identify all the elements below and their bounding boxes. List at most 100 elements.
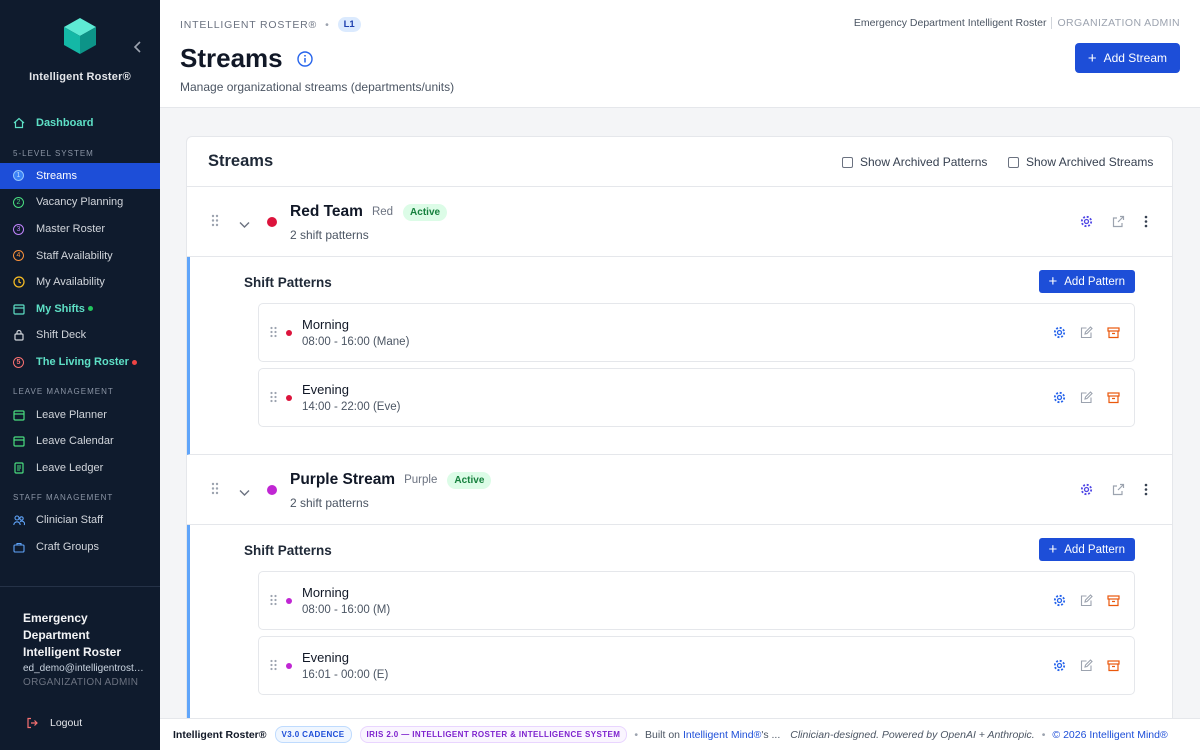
sidebar-item-label: The Living Roster	[36, 356, 129, 369]
sidebar-item-leave-ledger[interactable]: Leave Ledger	[0, 455, 160, 482]
streams-card: Streams Show Archived Patterns Show Arch…	[186, 136, 1173, 726]
add-pattern-label: Add Pattern	[1064, 275, 1125, 288]
user-role: ORGANIZATION ADMIN	[23, 677, 139, 688]
drag-handle-icon[interactable]	[270, 659, 277, 674]
settings-gear-icon[interactable]	[1053, 659, 1066, 672]
footer-brand: Intelligent Roster®	[173, 728, 267, 741]
shift-pattern-item[interactable]: Morning 08:00 - 16:00 (Mane)	[258, 303, 1135, 362]
sidebar-item-master-roster[interactable]: 3 Master Roster	[0, 216, 160, 243]
info-icon[interactable]	[296, 50, 313, 67]
checkbox-label: Show Archived Streams	[1026, 155, 1154, 169]
shift-pattern-item[interactable]: Evening 14:00 - 22:00 (Eve)	[258, 368, 1135, 427]
settings-gear-icon[interactable]	[1080, 483, 1093, 496]
sidebar-nav: Dashboard 5-LEVEL SYSTEM 1 Streams 2 Vac…	[0, 110, 160, 560]
open-external-icon[interactable]	[1112, 215, 1125, 228]
org-name: Emergency Department Intelligent Roster	[853, 17, 1047, 29]
edit-icon[interactable]	[1080, 326, 1093, 339]
sidebar-item-my-availability[interactable]: My Availability	[0, 269, 160, 296]
show-archived-streams-checkbox[interactable]: Show Archived Streams	[1008, 155, 1153, 169]
sidebar-item-craft-groups[interactable]: Craft Groups	[0, 534, 160, 561]
pattern-count: 2 shift patterns	[290, 496, 369, 510]
open-external-icon[interactable]	[1112, 483, 1125, 496]
sidebar-item-my-shifts[interactable]: My Shifts	[0, 296, 160, 323]
collapse-sidebar-icon[interactable]	[133, 40, 142, 56]
sidebar-item-label: Dashboard	[36, 117, 94, 130]
shift-pattern-item[interactable]: Morning 08:00 - 16:00 (M)	[258, 571, 1135, 630]
sidebar-item-leave-calendar[interactable]: Leave Calendar	[0, 428, 160, 455]
chevron-down-icon[interactable]	[239, 216, 250, 234]
archive-icon[interactable]	[1107, 326, 1120, 339]
breadcrumb-root[interactable]: INTELLIGENT ROSTER®	[180, 19, 317, 31]
sidebar-item-streams[interactable]: 1 Streams	[0, 162, 160, 190]
drag-handle-icon[interactable]	[270, 391, 277, 406]
shift-patterns-panel: Shift Patterns + Add Pattern Morning 08:…	[187, 257, 1172, 455]
pattern-time: 08:00 - 16:00 (Mane)	[302, 336, 410, 348]
brand-name: Intelligent Roster®	[29, 71, 131, 83]
sidebar-item-dashboard[interactable]: Dashboard	[0, 110, 160, 137]
drag-handle-icon[interactable]	[211, 482, 219, 498]
status-dot	[87, 306, 93, 312]
sidebar-item-clinician-staff[interactable]: Clinician Staff	[0, 507, 160, 534]
sidebar-item-shift-deck[interactable]: Shift Deck	[0, 322, 160, 349]
settings-gear-icon[interactable]	[1053, 326, 1066, 339]
sidebar-item-living-roster[interactable]: 5 The Living Roster	[0, 349, 160, 376]
level-3-badge: 3	[13, 223, 24, 235]
settings-gear-icon[interactable]	[1053, 594, 1066, 607]
footer-copyright[interactable]: © 2026 Intelligent Mind®	[1052, 729, 1167, 741]
add-pattern-button[interactable]: + Add Pattern	[1038, 538, 1135, 561]
pattern-name: Evening	[302, 650, 349, 665]
plus-icon: +	[1087, 49, 1097, 67]
settings-gear-icon[interactable]	[1053, 391, 1066, 404]
checkbox-box[interactable]	[842, 156, 853, 168]
pattern-count: 2 shift patterns	[290, 228, 369, 242]
user-org: Emergency Department Intelligent Roster	[23, 611, 122, 659]
add-pattern-button[interactable]: + Add Pattern	[1038, 270, 1135, 293]
pattern-actions	[1039, 326, 1120, 339]
plus-icon: +	[1048, 273, 1058, 290]
sidebar-divider	[0, 586, 160, 587]
footer-built-link[interactable]: Intelligent Mind®	[683, 729, 761, 741]
sidebar-item-staff-availability[interactable]: 4 Staff Availability	[0, 242, 160, 269]
drag-handle-icon[interactable]	[270, 594, 277, 609]
pattern-color-dot	[286, 663, 292, 669]
chevron-down-icon[interactable]	[239, 484, 250, 502]
archive-icon[interactable]	[1107, 594, 1120, 607]
settings-gear-icon[interactable]	[1080, 215, 1093, 228]
more-options-icon[interactable]	[1144, 483, 1148, 496]
shift-patterns-panel: Shift Patterns + Add Pattern Morning 08:…	[187, 525, 1172, 725]
edit-icon[interactable]	[1080, 659, 1093, 672]
stream-row[interactable]: Red Team Red Active 2 shift patterns	[187, 187, 1172, 257]
logout-button[interactable]: Logout	[26, 717, 82, 729]
pattern-name: Morning	[302, 585, 349, 600]
pattern-color-dot	[286, 598, 292, 604]
sidebar: Intelligent Roster® Dashboard 5-LEVEL SY…	[0, 0, 160, 750]
checkbox-label: Show Archived Patterns	[860, 155, 988, 169]
shift-pattern-item[interactable]: Evening 16:01 - 00:00 (E)	[258, 636, 1135, 695]
footer-built-prefix: Built on	[645, 728, 681, 741]
stream-actions	[1061, 483, 1148, 496]
sidebar-item-label: Leave Calendar	[36, 435, 114, 448]
archive-icon[interactable]	[1107, 391, 1120, 404]
logout-icon	[26, 717, 38, 729]
sidebar-item-vacancy-planning[interactable]: 2 Vacancy Planning	[0, 189, 160, 216]
checkbox-box[interactable]	[1008, 156, 1019, 168]
show-archived-patterns-checkbox[interactable]: Show Archived Patterns	[842, 155, 987, 169]
briefcase-icon	[13, 541, 25, 553]
more-options-icon[interactable]	[1144, 215, 1148, 228]
drag-handle-icon[interactable]	[211, 214, 219, 230]
sidebar-item-label: Leave Planner	[36, 408, 107, 421]
pattern-name: Morning	[302, 317, 349, 332]
sidebar-item-label: Clinician Staff	[36, 514, 104, 527]
edit-icon[interactable]	[1080, 594, 1093, 607]
level-5-badge: 5	[13, 356, 24, 368]
stream-color-name: Red	[371, 206, 394, 218]
pattern-time: 08:00 - 16:00 (M)	[302, 604, 391, 616]
add-stream-button[interactable]: + Add Stream	[1074, 43, 1180, 73]
archive-icon[interactable]	[1107, 659, 1120, 672]
footer-separator: •	[634, 728, 638, 741]
drag-handle-icon[interactable]	[270, 326, 277, 341]
stream-row[interactable]: Purple Stream Purple Active 2 shift patt…	[187, 455, 1172, 525]
edit-icon[interactable]	[1080, 391, 1093, 404]
calendar-icon	[13, 409, 25, 421]
sidebar-item-leave-planner[interactable]: Leave Planner	[0, 401, 160, 428]
